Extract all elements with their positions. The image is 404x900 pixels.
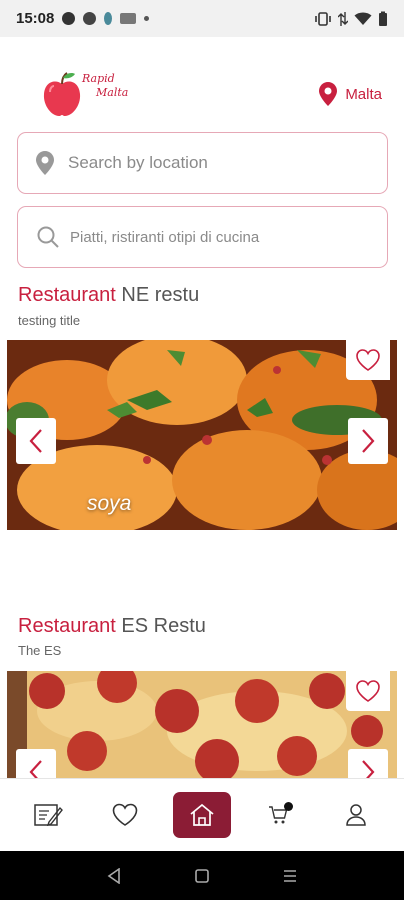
location-label: Malta bbox=[345, 85, 382, 103]
location-selector[interactable]: Malta bbox=[319, 82, 382, 106]
system-navigation-bar bbox=[0, 851, 404, 900]
restaurant-subtitle: The ES bbox=[18, 643, 62, 658]
restaurant-image-carousel[interactable] bbox=[7, 671, 397, 778]
dish-search-input[interactable] bbox=[70, 228, 360, 246]
cart-badge bbox=[284, 802, 294, 811]
favorite-button[interactable] bbox=[346, 340, 390, 380]
heart-icon bbox=[112, 803, 137, 826]
location-search-box[interactable] bbox=[17, 132, 388, 194]
restaurant-subtitle: testing title bbox=[18, 313, 81, 328]
chevron-right-icon bbox=[362, 429, 375, 453]
nav-menu-button[interactable] bbox=[20, 792, 76, 838]
dish-search-box[interactable] bbox=[17, 206, 388, 268]
heart-icon bbox=[356, 349, 380, 371]
status-bar: 15:08 bbox=[0, 0, 404, 37]
map-pin-icon bbox=[319, 82, 338, 106]
app-notification-icon bbox=[62, 12, 76, 25]
wifi-icon bbox=[354, 12, 372, 25]
nav-favorites-button[interactable] bbox=[97, 792, 153, 838]
nav-cart-button[interactable] bbox=[251, 792, 307, 838]
previous-image-button[interactable] bbox=[16, 749, 56, 778]
app-logo: Rapid Malta bbox=[42, 68, 142, 118]
restaurant-name: ES Restu bbox=[121, 615, 206, 637]
favorite-button[interactable] bbox=[346, 671, 390, 711]
nav-home-button[interactable] bbox=[172, 792, 231, 838]
screenshot-notification-icon bbox=[120, 13, 137, 24]
edit-menu-icon bbox=[34, 804, 64, 827]
chevron-right-icon bbox=[362, 760, 375, 778]
pizza-image bbox=[7, 671, 397, 778]
bottom-navigation bbox=[0, 778, 404, 851]
restaurant-name: NE restu bbox=[121, 284, 200, 306]
notification-icons bbox=[62, 12, 150, 25]
data-arrows-icon bbox=[338, 11, 348, 26]
image-caption: soya bbox=[87, 492, 132, 515]
shrimp-dish-image bbox=[7, 340, 397, 530]
restaurant-title[interactable]: Restaurant NE restu bbox=[18, 284, 199, 307]
logo-wordmark: Rapid Malta bbox=[82, 72, 129, 99]
back-icon[interactable] bbox=[107, 867, 121, 884]
restaurant-image-carousel[interactable]: soya bbox=[7, 340, 397, 530]
p-notification-icon bbox=[83, 12, 97, 25]
next-image-button[interactable] bbox=[348, 418, 388, 464]
location-search-input[interactable] bbox=[68, 153, 358, 173]
chevron-left-icon bbox=[29, 760, 42, 778]
recents-icon[interactable] bbox=[283, 869, 297, 883]
restaurant-title[interactable]: Restaurant ES Restu bbox=[18, 615, 206, 638]
home-circle-icon[interactable] bbox=[195, 868, 209, 883]
chevron-left-icon bbox=[29, 429, 42, 453]
more-notifications-icon bbox=[144, 16, 150, 21]
previous-image-button[interactable] bbox=[16, 418, 56, 464]
user-icon bbox=[345, 804, 366, 826]
system-status-icons bbox=[314, 11, 388, 27]
battery-icon bbox=[379, 11, 387, 26]
restaurant-prefix: Restaurant bbox=[18, 615, 116, 637]
location-notification-icon bbox=[104, 12, 113, 25]
home-icon bbox=[190, 803, 214, 826]
restaurant-prefix: Restaurant bbox=[18, 284, 116, 306]
location-pin-icon bbox=[36, 151, 54, 175]
heart-icon bbox=[356, 680, 380, 702]
apple-logo-icon bbox=[43, 72, 81, 116]
next-image-button[interactable] bbox=[348, 749, 388, 778]
status-time: 15:08 bbox=[16, 10, 55, 27]
nav-profile-button[interactable] bbox=[328, 792, 384, 838]
search-icon bbox=[37, 226, 59, 248]
vibrate-icon bbox=[315, 11, 331, 26]
